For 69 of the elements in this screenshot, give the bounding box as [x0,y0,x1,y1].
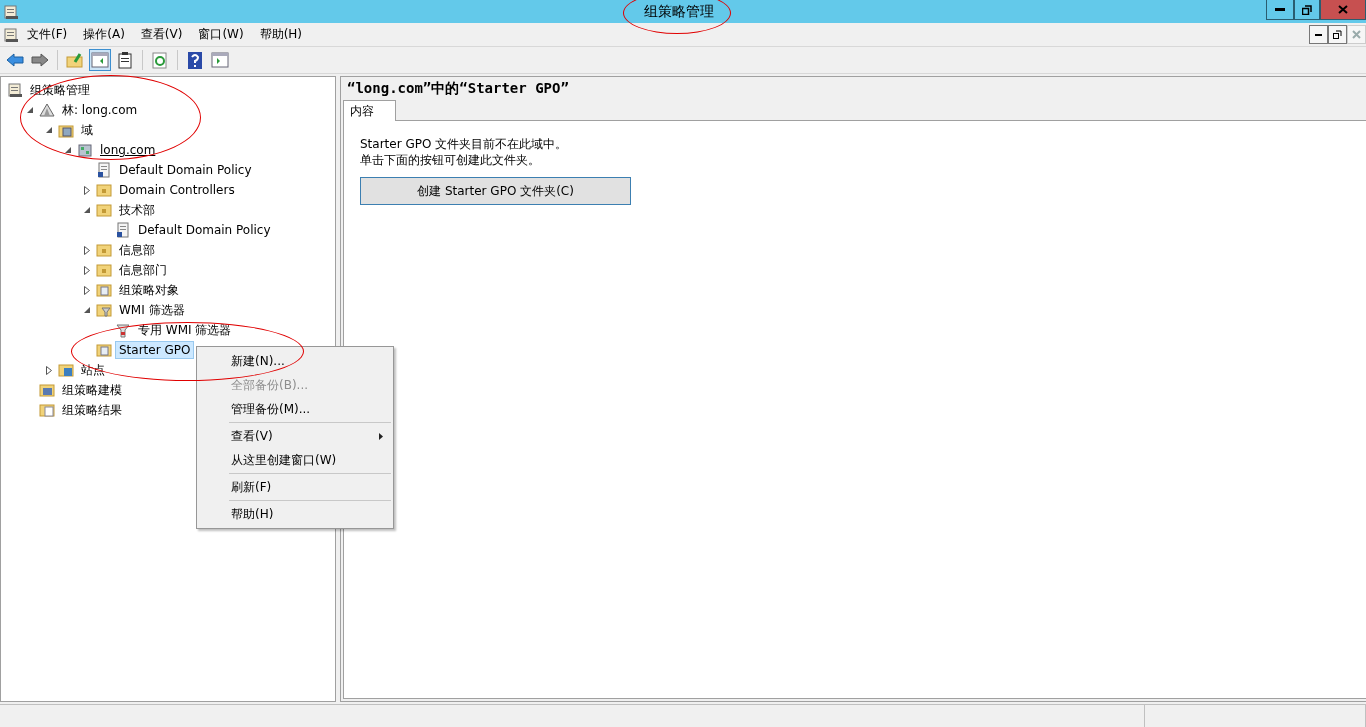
close-icon [1352,30,1361,39]
tree-item[interactable]: 技术部 [115,199,159,221]
app-icon [3,3,19,20]
expander-icon[interactable] [81,244,93,256]
server-icon [77,142,93,158]
folder-document-icon [39,402,55,418]
tree-item[interactable]: 信息部 [115,239,159,261]
menu-item[interactable]: 新建(N)... [199,349,391,373]
restore-icon [1302,4,1312,15]
folder-icon [96,242,112,258]
menu-item[interactable]: 查看(V) [199,424,391,448]
document-icon [115,222,131,238]
menu-item[interactable]: 帮助(H) [199,502,391,526]
folder-filter-icon [96,302,112,318]
minimize-button[interactable] [1309,25,1328,44]
close-button[interactable] [1320,0,1366,20]
tree-item[interactable]: 组策略管理 [26,79,94,101]
folder-icon [96,182,112,198]
restore-icon [1333,30,1342,39]
folder-icon [96,282,112,298]
app-icon[interactable] [3,26,19,43]
menu-item[interactable]: 操作(A) [75,24,133,45]
folder-server-icon [58,122,74,138]
tree-item[interactable]: 专用 WMI 筛选器 [134,319,236,341]
tree-item[interactable]: Default Domain Policy [115,161,256,179]
menu-item[interactable]: 查看(V) [132,24,191,45]
folder-icon [96,262,112,278]
tree-item[interactable]: 组策略建模 [58,379,126,401]
minimize-button[interactable] [1266,0,1294,20]
tree-item[interactable]: WMI 筛选器 [115,299,189,321]
tree-item[interactable]: 组策略对象 [115,279,183,301]
menu-item[interactable]: 刷新(F) [199,475,391,499]
info-text: 单击下面的按钮可创建此文件夹。 [360,152,541,168]
window-title: 组策略管理 [644,2,714,21]
expander-icon[interactable] [81,284,93,296]
close-icon [1338,5,1348,14]
expander-icon[interactable] [81,264,93,276]
info-text: Starter GPO 文件夹目前不在此域中。 [360,136,569,152]
submenu-arrow-icon [379,432,383,440]
minimize-icon [1275,8,1285,11]
tree-item[interactable]: 组策略结果 [58,399,126,421]
triangle-icon [39,102,55,118]
expander-icon[interactable] [81,184,93,196]
menu-item[interactable]: 管理备份(M)... [199,397,391,421]
tree-item[interactable]: long.com [96,141,160,159]
restore-button[interactable] [1294,0,1320,20]
create-folder-button[interactable]: 创建 Starter GPO 文件夹(C) [360,177,631,205]
filter-icon [115,322,131,338]
folder-icon [96,202,112,218]
tree-item[interactable]: Domain Controllers [115,181,239,199]
folder-icon [96,342,112,358]
minimize-icon [1315,33,1322,36]
folder-icon [58,362,74,378]
folder-icon [39,382,55,398]
document-icon [96,162,112,178]
menu-item[interactable]: 从这里创建窗口(W) [199,448,391,472]
menu-item[interactable]: 窗口(W) [190,24,252,45]
menu-item[interactable]: 帮助(H) [251,24,311,45]
menu-item[interactable]: 文件(F) [19,24,76,45]
tree-item[interactable]: Starter GPO [115,341,195,359]
expander-icon[interactable] [43,364,55,376]
tree-item[interactable]: 林: long.com [58,99,142,121]
tab[interactable]: 内容 [343,100,396,121]
pane-heading: “long.com”中的“Starter GPO” [346,79,570,98]
tree-item[interactable]: Default Domain Policy [134,221,275,239]
console-icon [7,82,23,98]
tree-item[interactable]: 域 [77,119,97,141]
restore-button[interactable] [1328,25,1347,44]
tree-item[interactable]: 信息部门 [115,259,171,281]
